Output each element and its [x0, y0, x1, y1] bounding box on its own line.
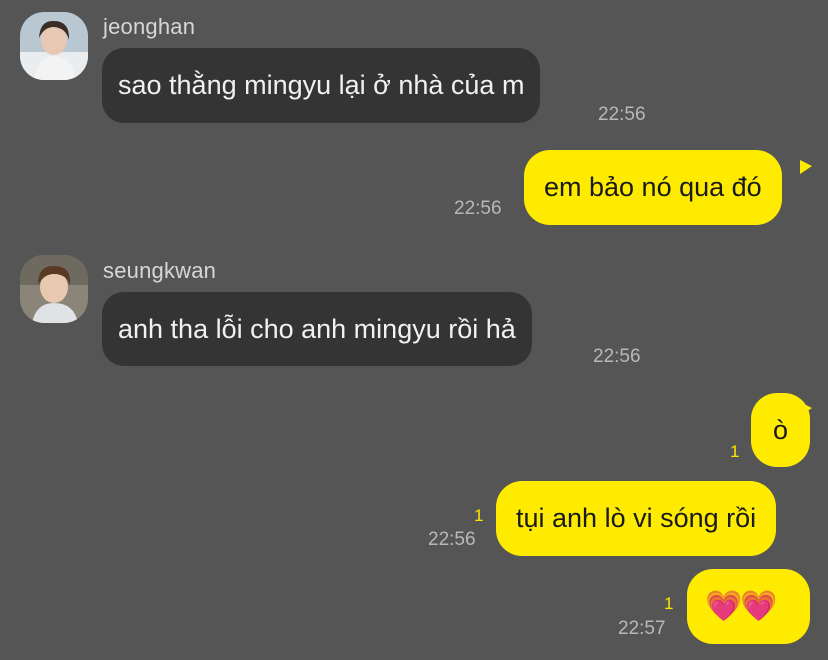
- bubble-tail: [800, 160, 812, 174]
- unread-count: 1: [474, 506, 484, 525]
- message-text: sao thằng mingyu lại ở nhà của m: [118, 70, 525, 100]
- message-time: 22:56: [454, 198, 502, 219]
- avatar-seungkwan[interactable]: [20, 255, 88, 323]
- message-text: em bảo nó qua đó: [544, 172, 762, 202]
- message-bubble-incoming[interactable]: anh tha lỗi cho anh mingyu rồi hả: [102, 292, 532, 366]
- sender-name: jeonghan: [103, 14, 196, 39]
- unread-count: 1: [664, 594, 674, 613]
- message-time: 22:57: [618, 618, 666, 639]
- unread-count: 1: [730, 442, 740, 461]
- message-text: tụi anh lò vi sóng rồi: [516, 503, 757, 533]
- message-text: anh tha lỗi cho anh mingyu rồi hả: [118, 313, 516, 344]
- message-time: 22:56: [428, 529, 476, 550]
- message-time: 22:56: [593, 346, 641, 367]
- message-time: 22:56: [598, 104, 646, 125]
- message-bubble-outgoing[interactable]: em bảo nó qua đó: [524, 150, 782, 225]
- message-text: 💗💗: [705, 590, 778, 623]
- profile-photo-icon: [20, 12, 88, 80]
- message-bubble-outgoing[interactable]: 💗💗: [687, 569, 810, 644]
- bubble-tail: [800, 402, 812, 416]
- message-bubble-incoming[interactable]: sao thằng mingyu lại ở nhà của m: [102, 48, 541, 123]
- sender-name: seungkwan: [103, 258, 217, 283]
- message-text: ò: [772, 414, 789, 445]
- message-bubble-outgoing[interactable]: tụi anh lò vi sóng rồi: [496, 481, 777, 556]
- avatar-jeonghan[interactable]: [20, 12, 88, 80]
- profile-photo-icon: [20, 255, 88, 323]
